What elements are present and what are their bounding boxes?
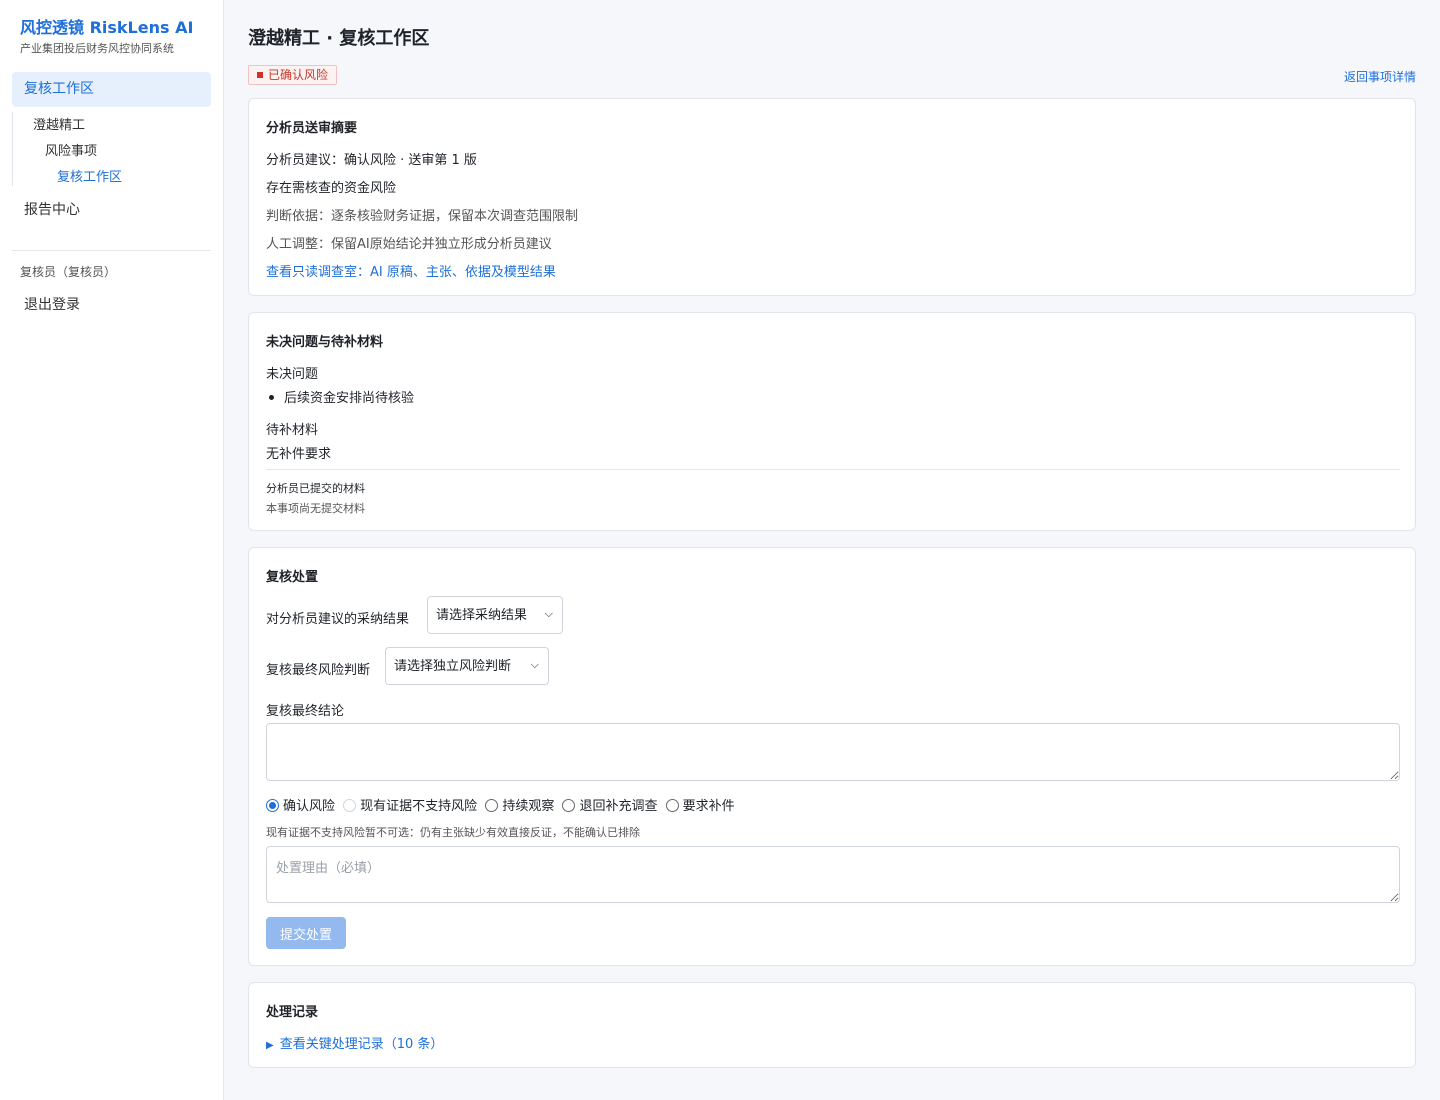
triangle-right-icon: ▶ [266,1040,274,1051]
back-to-detail-link[interactable]: 返回事项详情 [1344,68,1416,85]
list-item: 后续资金安排尚待核验 [266,387,414,406]
analyst-suggestion: 分析员建议：确认风险 · 送审第 1 版 [266,153,477,168]
sidebar-tree-company[interactable]: 澄越精工 [33,114,85,133]
disposal-title: 复核处置 [266,570,319,585]
pending-materials-value: 无补件要求 [266,447,332,462]
radio-disabled-icon [343,799,357,812]
logout-button[interactable]: 退出登录 [24,294,80,314]
status-square-icon [257,72,263,78]
process-records-card: 处理记录 ▶ 查看关键处理记录（10 条） [248,982,1416,1068]
brand: 风控透镜 RiskLens AI 产业集团投后财务风控协同系统 [0,0,223,56]
status-badge-label: 已确认风险 [268,68,329,82]
current-user: 复核员（复核员） [20,265,117,279]
radio-unchecked-icon [562,799,576,812]
sidebar-tree-risk-items[interactable]: 风险事项 [45,140,97,159]
sidebar-divider [12,250,211,251]
sidebar-item-review-workspace[interactable]: 复核工作区 [12,72,211,107]
sidebar: 风控透镜 RiskLens AI 产业集团投后财务风控协同系统 复核工作区 澄越… [0,0,224,1100]
radio-label: 现有证据不支持风险 [360,799,478,814]
judgment-basis: 判断依据：逐条核验财务证据，保留本次调查范围限制 [266,209,579,224]
radio-return-investigation[interactable]: 退回补充调查 [562,795,657,814]
radio-no-risk-disabled: 现有证据不支持风险 [343,795,477,814]
brand-subtitle: 产业集团投后财务风控协同系统 [20,42,174,55]
disabled-option-hint: 现有证据不支持风险暂不可选：仍有主张缺少有效直接反证，不能确认已排除 [266,826,640,839]
records-title: 处理记录 [266,1005,319,1020]
open-issue-text: 后续资金安排尚待核验 [284,391,415,406]
radio-label: 持续观察 [502,799,555,814]
radio-confirm-risk[interactable]: 确认风险 [266,795,335,814]
brand-title[interactable]: 风控透镜 RiskLens AI [20,18,203,38]
divider [266,469,1400,470]
sidebar-tree: 澄越精工 风险事项 复核工作区 [12,112,202,186]
radio-checked-icon [266,799,279,812]
pending-materials-label: 待补材料 [266,423,319,438]
summary-headline: 存在需核查的资金风险 [266,181,397,196]
radio-label: 确认风险 [283,799,336,814]
records-toggle[interactable]: ▶ 查看关键处理记录（10 条） [266,1033,443,1052]
final-risk-select-wrap: 请选择独立风险判断 ⌵ [385,647,549,685]
sidebar-tree-review-workspace[interactable]: 复核工作区 [57,166,122,185]
review-disposal-card: 复核处置 对分析员建议的采纳结果 请选择采纳结果 ⌵ 复核最终风险判断 请选择独… [248,547,1416,966]
bullet-icon [269,395,274,400]
radio-request-materials[interactable]: 要求补件 [665,795,735,814]
issues-title: 未决问题与待补材料 [266,335,384,350]
disposal-option-group: 确认风险 现有证据不支持风险 持续观察 退回补充调查 要求补件 [266,795,739,814]
sidebar-item-report-center[interactable]: 报告中心 [24,199,80,219]
radio-unchecked-icon [665,799,679,812]
radio-label: 退回补充调查 [579,799,658,814]
submit-disposal-button[interactable]: 提交处置 [266,917,346,949]
radio-unchecked-icon [485,799,499,812]
records-toggle-label: 查看关键处理记录（10 条） [279,1037,444,1052]
final-conclusion-textarea[interactable] [266,723,1400,781]
final-risk-select[interactable]: 请选择独立风险判断 [385,647,549,685]
status-badge: 已确认风险 [248,65,338,85]
page-title: 澄越精工 · 复核工作区 [248,28,430,49]
final-risk-label: 复核最终风险判断 [266,663,371,678]
open-issues-card: 未决问题与待补材料 未决问题 后续资金安排尚待核验 待补材料 无补件要求 分析员… [248,312,1416,531]
adopt-result-select[interactable]: 请选择采纳结果 [427,596,563,634]
manual-adjustment: 人工调整：保留AI原始结论并独立形成分析员建议 [266,237,552,252]
radio-continue-observe[interactable]: 持续观察 [485,795,554,814]
summary-title: 分析员送审摘要 [266,121,358,136]
open-issues-label: 未决问题 [266,367,319,382]
disposal-reason-textarea[interactable] [266,846,1400,903]
radio-label: 要求补件 [682,799,735,814]
submitted-materials-value: 本事项尚无提交材料 [266,502,365,515]
readonly-investigation-link[interactable]: 查看只读调查室：AI 原稿、主张、依据及模型结果 [266,261,556,280]
adopt-result-select-wrap: 请选择采纳结果 ⌵ [427,596,563,634]
analyst-summary-card: 分析员送审摘要 分析员建议：确认风险 · 送审第 1 版 存在需核查的资金风险 … [248,98,1416,296]
submitted-materials-label: 分析员已提交的材料 [266,482,365,495]
adopt-result-label: 对分析员建议的采纳结果 [266,612,410,627]
final-conclusion-label: 复核最终结论 [266,704,345,719]
